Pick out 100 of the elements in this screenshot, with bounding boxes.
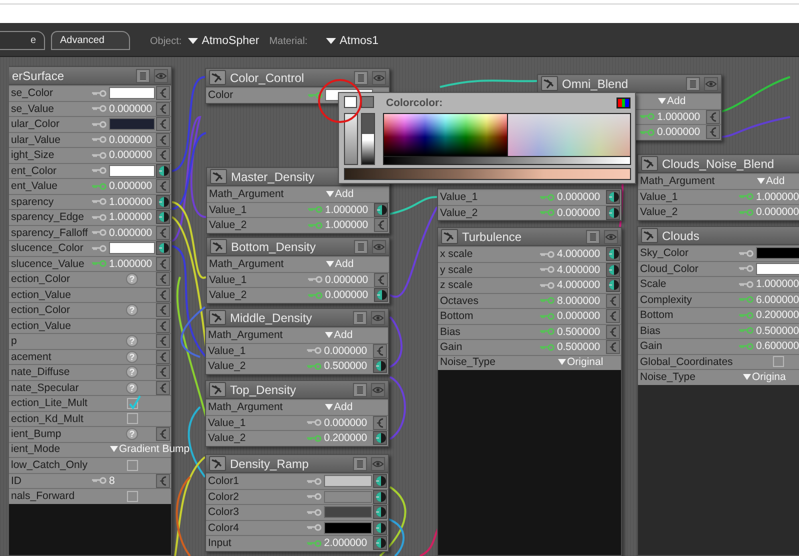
color-swatch[interactable] xyxy=(109,118,155,130)
socket-icon[interactable] xyxy=(156,226,170,240)
socket-icon[interactable] xyxy=(374,202,388,217)
key-icon[interactable] xyxy=(308,92,323,99)
color-swatch[interactable] xyxy=(361,96,374,108)
help-button[interactable]: ? xyxy=(126,350,138,363)
color-swatch[interactable] xyxy=(109,242,155,254)
value-field[interactable]: 0.000000 xyxy=(557,191,605,204)
color-swatch[interactable] xyxy=(109,87,155,100)
help-button[interactable]: ? xyxy=(126,382,138,394)
material-dropdown[interactable]: Atmos1 xyxy=(326,35,379,47)
help-button[interactable]: ? xyxy=(126,335,138,348)
list-icon[interactable] xyxy=(686,76,700,90)
key-icon[interactable] xyxy=(92,229,107,236)
tab-button[interactable]: Advanced xyxy=(51,31,130,50)
eye-icon[interactable] xyxy=(704,76,718,90)
socket-icon[interactable] xyxy=(606,190,620,204)
key-icon[interactable] xyxy=(640,113,655,120)
key-icon[interactable] xyxy=(739,265,754,272)
socket-icon[interactable] xyxy=(156,272,170,286)
socket-icon[interactable] xyxy=(156,102,170,116)
help-button[interactable]: ? xyxy=(126,304,138,316)
value-field[interactable]: 6.000000 xyxy=(756,294,799,306)
list-icon[interactable] xyxy=(354,70,368,84)
key-icon[interactable] xyxy=(307,508,322,516)
socket-icon[interactable] xyxy=(156,380,170,395)
list-icon[interactable] xyxy=(353,382,367,396)
list-icon[interactable] xyxy=(353,456,367,470)
value-field[interactable]: 0.000000 xyxy=(109,102,155,115)
object-dropdown[interactable]: AtmoSpher xyxy=(188,35,260,47)
socket-icon[interactable] xyxy=(606,309,620,324)
socket-icon[interactable] xyxy=(373,505,387,520)
socket-icon[interactable] xyxy=(606,206,620,220)
socket-icon[interactable] xyxy=(156,474,170,488)
color-swatch[interactable] xyxy=(324,490,372,503)
checkbox[interactable] xyxy=(126,490,138,502)
socket-icon[interactable] xyxy=(156,334,170,348)
socket-icon[interactable] xyxy=(156,303,170,318)
value-field[interactable]: 1.000000 xyxy=(109,258,155,270)
list-icon[interactable] xyxy=(353,310,367,324)
key-icon[interactable] xyxy=(307,419,322,426)
socket-icon[interactable] xyxy=(156,179,170,194)
key-icon[interactable] xyxy=(739,280,754,288)
node-icon[interactable] xyxy=(209,70,226,85)
list-icon[interactable] xyxy=(586,230,600,244)
socket-icon[interactable] xyxy=(373,474,387,488)
socket-icon[interactable] xyxy=(156,288,170,302)
socket-icon[interactable] xyxy=(156,148,170,162)
value-field[interactable]: 0.000000 xyxy=(109,226,155,239)
color-swatch[interactable] xyxy=(756,262,799,275)
socket-icon[interactable] xyxy=(706,110,720,124)
key-icon[interactable] xyxy=(92,214,107,221)
checkbox[interactable] xyxy=(126,460,138,471)
value-field[interactable]: 1.000000 xyxy=(109,211,155,224)
socket-icon[interactable] xyxy=(606,324,620,339)
value-field[interactable]: 0.000000 xyxy=(557,310,605,322)
node-icon[interactable] xyxy=(210,169,227,184)
key-icon[interactable] xyxy=(307,493,322,500)
eye-icon[interactable] xyxy=(371,382,385,396)
key-icon[interactable] xyxy=(92,120,107,128)
key-icon[interactable] xyxy=(308,276,323,284)
node-icon[interactable] xyxy=(210,239,227,254)
tab-button[interactable]: e xyxy=(0,31,45,50)
socket-icon[interactable] xyxy=(156,365,170,380)
key-icon[interactable] xyxy=(307,524,322,532)
eye-icon[interactable] xyxy=(154,68,168,82)
value-field[interactable]: 0.200000 xyxy=(324,432,372,444)
value-field[interactable]: 1.000000 xyxy=(325,219,373,232)
color-swatch[interactable] xyxy=(344,96,357,108)
value-field[interactable]: 0.500000 xyxy=(557,326,605,338)
eye-icon[interactable] xyxy=(371,310,385,324)
node-icon[interactable] xyxy=(541,76,558,91)
value-field[interactable]: 0.000000 xyxy=(109,149,155,162)
socket-icon[interactable] xyxy=(706,125,720,140)
color-spectrum[interactable] xyxy=(383,113,631,165)
value-field[interactable]: 8 xyxy=(109,474,155,487)
node-icon[interactable] xyxy=(209,456,226,471)
socket-icon[interactable] xyxy=(156,164,170,178)
key-icon[interactable] xyxy=(307,478,322,485)
socket-icon[interactable] xyxy=(374,288,388,302)
key-icon[interactable] xyxy=(92,244,107,252)
value-field[interactable]: 4.000000 xyxy=(557,264,605,276)
color-gradient-bar[interactable] xyxy=(344,168,631,180)
socket-icon[interactable] xyxy=(606,278,620,292)
value-field[interactable]: 0.500000 xyxy=(324,360,372,372)
socket-icon[interactable] xyxy=(373,416,387,430)
value-field[interactable]: 1.000000 xyxy=(325,204,373,216)
key-icon[interactable] xyxy=(307,347,322,354)
socket-icon[interactable] xyxy=(373,359,387,374)
value-field[interactable]: 0.000000 xyxy=(756,206,799,218)
node-icon[interactable] xyxy=(209,382,226,397)
checkbox[interactable] xyxy=(126,398,138,409)
brightness-slider[interactable] xyxy=(361,113,375,165)
value-field[interactable]: 0.000000 xyxy=(324,416,372,429)
socket-icon[interactable] xyxy=(374,218,388,232)
socket-icon[interactable] xyxy=(156,350,170,364)
value-field[interactable]: 0.200000 xyxy=(756,309,799,322)
color-swatch[interactable] xyxy=(324,475,372,488)
socket-icon[interactable] xyxy=(156,427,170,442)
value-field[interactable]: 0.600000 xyxy=(756,340,799,352)
